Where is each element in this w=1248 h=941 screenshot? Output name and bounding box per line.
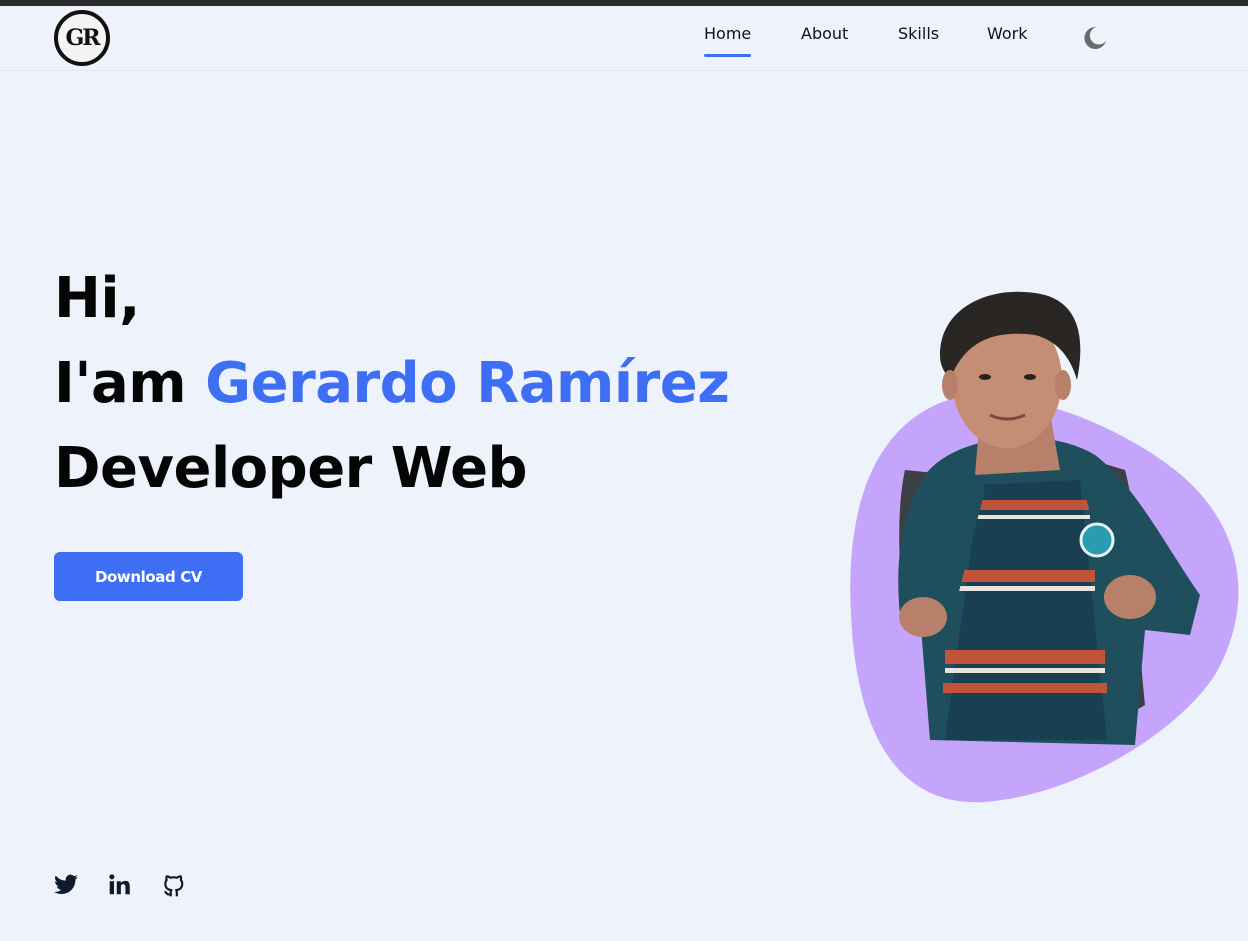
moon-icon[interactable] <box>1081 25 1107 51</box>
site-logo[interactable]: GR <box>54 10 110 66</box>
nav-about[interactable]: About <box>801 24 848 43</box>
hero-intro-prefix: I'am <box>54 351 206 416</box>
twitter-icon[interactable] <box>53 872 79 898</box>
hero-role: Developer Web <box>54 436 528 501</box>
nav-skills[interactable]: Skills <box>898 24 939 43</box>
linkedin-icon[interactable] <box>107 872 133 898</box>
hero-image-area <box>845 285 1248 810</box>
github-icon[interactable] <box>161 872 187 898</box>
nav-work[interactable]: Work <box>987 24 1028 43</box>
person-photo <box>850 291 1239 803</box>
hero-intro: I'am Gerardo Ramírez <box>54 351 730 416</box>
hero-greeting: Hi, <box>54 266 140 331</box>
nav-home[interactable]: Home <box>704 24 752 57</box>
download-cv-button[interactable]: Download CV <box>54 552 243 601</box>
site-header: GR Home About Skills Work <box>0 6 1248 71</box>
hero-name: Gerardo Ramírez <box>205 351 730 416</box>
